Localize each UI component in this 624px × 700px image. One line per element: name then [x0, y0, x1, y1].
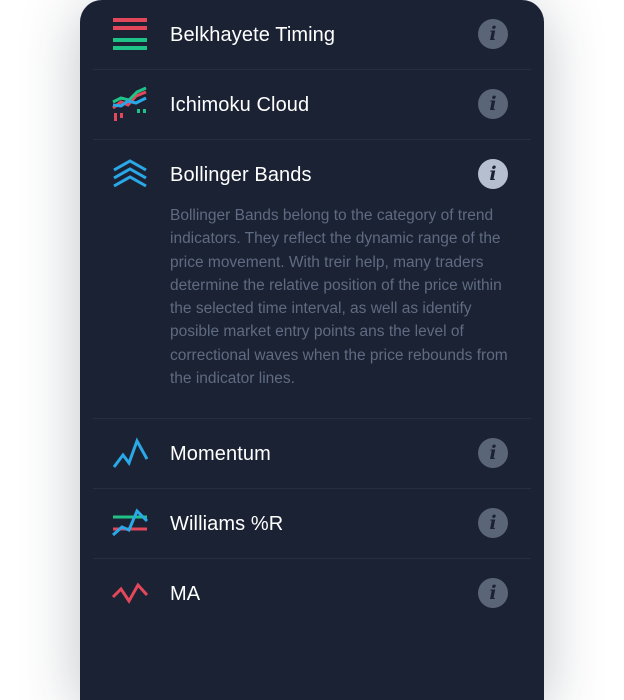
- indicator-row-belkhayete-timing[interactable]: Belkhayete Timing i: [93, 0, 531, 70]
- info-icon[interactable]: i: [478, 89, 508, 119]
- indicator-label: MA: [170, 583, 201, 605]
- momentum-icon: [111, 435, 149, 471]
- williams-r-icon: [111, 505, 149, 541]
- indicator-row-momentum[interactable]: Momentum i: [93, 419, 531, 489]
- info-icon[interactable]: i: [478, 578, 508, 608]
- ichimoku-cloud-icon: [111, 86, 149, 122]
- indicator-row-ichimoku-cloud[interactable]: Ichimoku Cloud i: [93, 70, 531, 140]
- indicator-panel: Belkhayete Timing i Ichimoku Cloud i Bol…: [80, 0, 544, 700]
- indicator-label: Bollinger Bands: [170, 164, 312, 186]
- moving-average-icon: [111, 575, 149, 611]
- info-icon[interactable]: i: [478, 438, 508, 468]
- info-icon[interactable]: i: [478, 19, 508, 49]
- info-icon[interactable]: i: [478, 508, 508, 538]
- indicator-row-ma[interactable]: MA i: [93, 559, 531, 628]
- indicator-label: Momentum: [170, 443, 271, 465]
- bollinger-bands-icon: [111, 156, 149, 192]
- indicator-label: Ichimoku Cloud: [170, 94, 310, 116]
- indicator-row-williams-r[interactable]: Williams %R i: [93, 489, 531, 559]
- indicator-label: Williams %R: [170, 513, 284, 535]
- indicator-row-bollinger-bands[interactable]: Bollinger Bands i Bollinger Bands belong…: [93, 140, 531, 419]
- indicator-description: Bollinger Bands belong to the category o…: [170, 207, 508, 388]
- belkhayete-timing-icon: [111, 16, 149, 52]
- indicator-list: Belkhayete Timing i Ichimoku Cloud i Bol…: [93, 0, 531, 628]
- indicator-label: Belkhayete Timing: [170, 24, 336, 46]
- info-icon[interactable]: i: [478, 159, 508, 189]
